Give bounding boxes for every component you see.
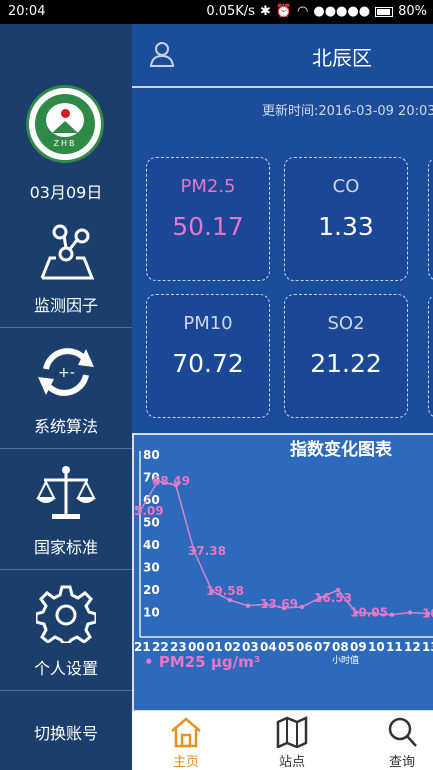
data-label: 5.09 — [134, 504, 164, 518]
data-label: 68.49 — [152, 474, 190, 488]
wifi-icon: ◠ — [297, 4, 309, 19]
pollutant-card-so2[interactable]: SO2 21.22 — [284, 294, 408, 418]
data-label: 13.69 — [260, 597, 298, 611]
x-tick-label: 05 — [278, 640, 295, 654]
x-tick-label: 22 — [152, 640, 169, 654]
pollutant-card-pm25[interactable]: PM2.5 50.17 — [146, 157, 270, 281]
data-label: 10.05 — [350, 605, 388, 619]
header: 北辰区 — [132, 24, 433, 86]
y-tick-label: 30 — [143, 561, 160, 575]
pollutant-value: 21.22 — [310, 349, 382, 378]
y-tick-label: 10 — [143, 606, 160, 620]
data-label: 19.58 — [206, 584, 244, 598]
tab-label: 查询 — [388, 755, 415, 770]
data-label: 16.53 — [314, 591, 352, 605]
data-point — [227, 597, 233, 603]
tab-label: 主页 — [172, 755, 199, 770]
header-divider — [132, 86, 433, 88]
pollutant-value: 1.33 — [318, 212, 374, 241]
pollutant-name: SO2 — [327, 313, 365, 334]
data-label: 10. — [422, 607, 433, 621]
tab-label: 站点 — [278, 755, 305, 770]
data-point — [245, 603, 251, 608]
home-icon — [171, 717, 201, 748]
x-tick-label: 21 — [134, 640, 151, 654]
x-tick-label: 00 — [188, 640, 205, 654]
status-right: 0.05K/s ✱ ⏰ ◠ ●●●●● 80% — [206, 4, 427, 19]
battery-icon — [375, 6, 394, 17]
alarm-icon: ⏰ — [275, 4, 293, 19]
sidebar: ZHB 03月09日 监测因子 +- 系统算法 国家标准 个人设置 切换账号 — [0, 24, 132, 770]
series-line — [139, 480, 429, 616]
bottom-tab-bar: 主页 站点 查询 — [132, 710, 433, 770]
district-title[interactable]: 北辰区 — [282, 42, 402, 71]
pollutant-value: 70.72 — [172, 349, 244, 378]
agency-logo: ZHB — [26, 85, 104, 163]
chart-legend: • PM25 μg/m³ — [144, 653, 261, 671]
pollutant-card-pm10[interactable]: PM10 70.72 — [146, 294, 270, 418]
battery-level: 80% — [398, 4, 427, 19]
sidebar-item-label: 个人设置 — [33, 659, 98, 678]
x-tick-label: 12 — [404, 640, 421, 654]
switch-account-button[interactable]: 切换账号 — [0, 714, 132, 754]
pollutant-name: CO — [332, 176, 360, 197]
sidebar-item-factors[interactable]: 监测因子 — [0, 208, 132, 328]
update-time: 更新时间:2016-03-09 20:03 — [262, 104, 433, 119]
sidebar-item-settings[interactable]: 个人设置 — [0, 571, 132, 691]
x-tick-label: 01 — [206, 640, 223, 654]
index-chart[interactable]: 80 70 60 50 40 30 20 10 21 22 23 00 01 02 03 04 05 06 07 08… — [132, 433, 433, 710]
user-icon[interactable] — [150, 41, 174, 67]
x-tick-label: 06 — [296, 640, 313, 654]
status-bar: 20:04 0.05K/s ✱ ⏰ ◠ ●●●●● 80% — [0, 0, 433, 24]
x-tick-label: 08 — [332, 640, 349, 654]
sidebar-item-label: 监测因子 — [33, 296, 98, 315]
refresh-calc-icon: +- — [38, 348, 94, 396]
map-icon — [276, 716, 308, 748]
x-tick-label: 09 — [350, 640, 367, 654]
x-tick-label: 13 — [422, 640, 433, 654]
status-time: 20:04 — [8, 4, 46, 19]
sidebar-date: 03月09日 — [29, 183, 103, 202]
x-tick-label: 04 — [260, 640, 277, 654]
chart-title: 指数变化图表 — [290, 440, 392, 460]
pollutant-name: PM10 — [183, 313, 233, 334]
signal-icon: ●●●●● — [313, 4, 371, 19]
x-tick-label: 23 — [170, 640, 187, 654]
search-icon — [388, 717, 417, 747]
bluetooth-icon: ✱ — [259, 4, 271, 19]
svg-text:+-: +- — [58, 365, 75, 381]
x-tick-label: 10 — [368, 640, 385, 654]
y-tick-label: 40 — [143, 538, 160, 552]
y-tick-label: 80 — [143, 448, 160, 462]
data-point — [389, 612, 395, 617]
molecule-icon — [40, 224, 95, 280]
pollutant-name: PM2.5 — [180, 176, 236, 197]
scales-icon — [36, 466, 96, 519]
tab-query[interactable]: 查询 — [352, 711, 433, 770]
pollutant-card-partial[interactable] — [428, 294, 433, 418]
data-label: 37.38 — [188, 544, 226, 558]
gear-icon — [36, 585, 96, 643]
y-tick-label: 20 — [143, 583, 160, 597]
x-tick-label: 03 — [242, 640, 259, 654]
x-axis-label: 小时值 — [332, 654, 359, 666]
pollutant-card-partial[interactable] — [428, 157, 433, 281]
x-tick-label: 11 — [386, 640, 403, 654]
sidebar-item-standards[interactable]: 国家标准 — [0, 450, 132, 570]
pollutant-card-co[interactable]: CO 1.33 — [284, 157, 408, 281]
x-tick-label: 07 — [314, 640, 331, 654]
sidebar-item-label: 国家标准 — [33, 538, 98, 557]
x-tick-label: 02 — [224, 640, 241, 654]
pollutant-value: 50.17 — [172, 212, 244, 241]
tab-home[interactable]: 主页 — [136, 711, 236, 770]
main-panel: 北辰区 更新时间:2016-03-09 20:03 PM2.5 50.17 CO… — [132, 24, 433, 710]
tab-stations[interactable]: 站点 — [242, 711, 342, 770]
sidebar-item-algorithm[interactable]: +- 系统算法 — [0, 329, 132, 449]
logo-text: ZHB — [53, 139, 77, 148]
legend-label: PM25 μg/m³ — [158, 653, 261, 671]
data-point — [407, 610, 413, 615]
network-speed: 0.05K/s — [206, 4, 255, 19]
sidebar-item-label: 系统算法 — [33, 417, 98, 436]
data-point — [299, 604, 305, 610]
